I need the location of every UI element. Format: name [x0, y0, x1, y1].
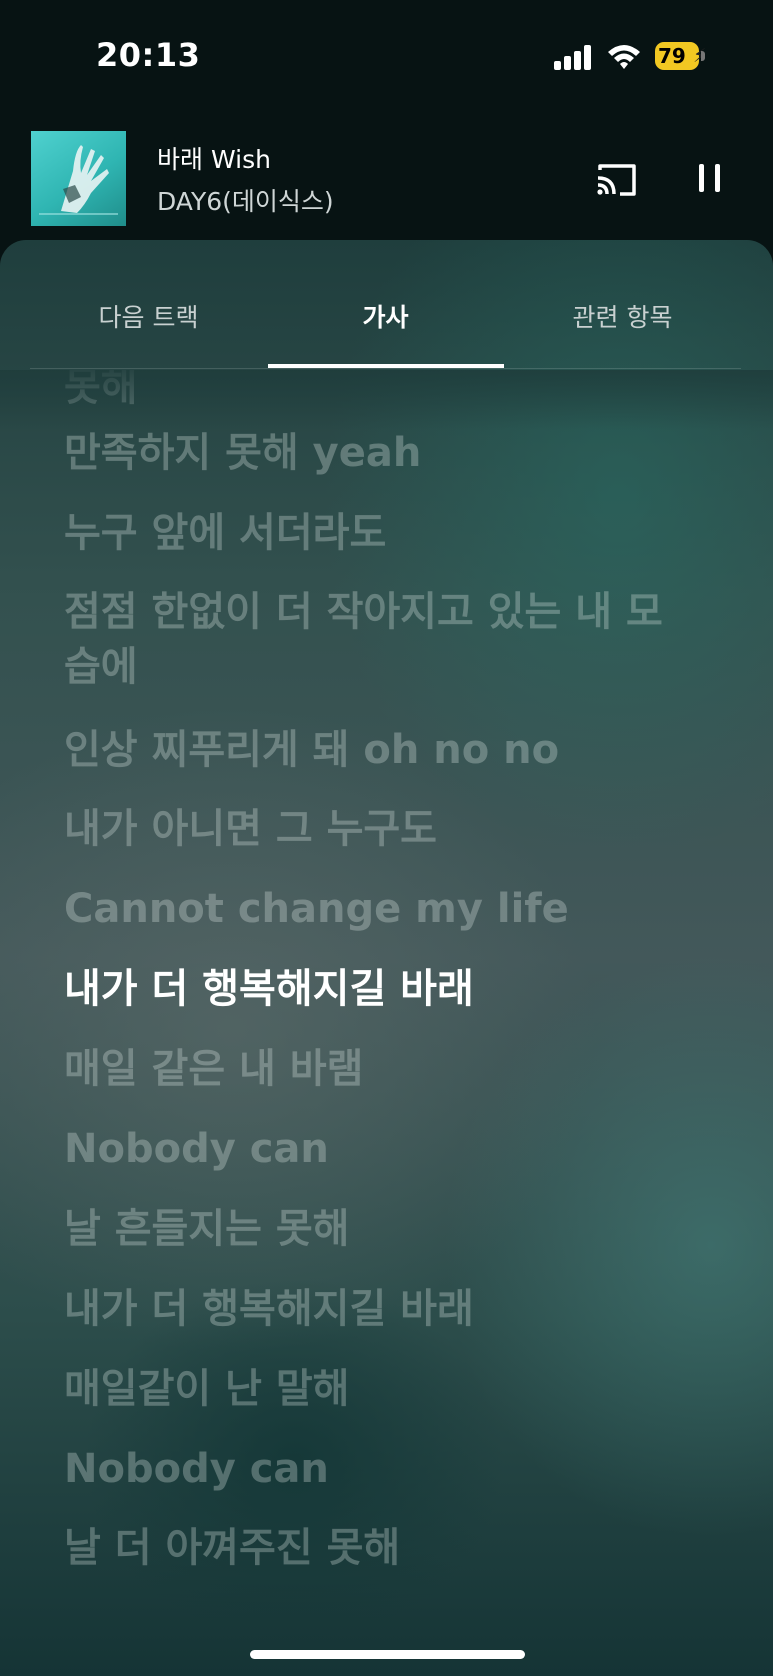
tab-bar: 다음 트랙 가사 관련 항목	[30, 282, 741, 369]
status-time: 20:13	[96, 36, 201, 74]
lyric-line[interactable]: 습에	[64, 640, 714, 694]
lyric-line[interactable]: 내가 아니면 그 누구도	[64, 802, 714, 856]
lyric-line[interactable]: 점점 한없이 더 작아지고 있는 내 모	[64, 585, 714, 639]
pause-icon[interactable]	[695, 162, 725, 196]
battery-icon: 79 ⚡	[655, 42, 707, 72]
lyric-line[interactable]: Nobody can	[64, 1122, 714, 1176]
tab-related[interactable]: 관련 항목	[504, 282, 741, 368]
cast-icon[interactable]	[594, 162, 638, 198]
track-title: 바래 Wish	[157, 145, 271, 174]
now-playing-bar[interactable]: 바래 Wish DAY6(데이식스)	[0, 110, 773, 240]
lyric-line[interactable]: 인상 찌푸리게 돼 oh no no	[64, 723, 714, 777]
lyric-line[interactable]: 내가 더 행복해지길 바래	[64, 1282, 714, 1336]
lyrics-fade	[0, 370, 773, 430]
active-tab-indicator	[268, 364, 504, 368]
album-art-image	[39, 145, 118, 215]
lyric-line[interactable]: 날 더 아껴주진 못해	[64, 1521, 714, 1575]
lyric-line-current[interactable]: 내가 더 행복해지길 바래	[64, 962, 714, 1016]
lyric-line[interactable]: 매일 같은 내 바램	[64, 1042, 714, 1096]
lyrics-list[interactable]: 못해 만족하지 못해 yeah 누구 앞에 서더라도 점점 한없이 더 작아지고…	[0, 370, 773, 1676]
lyric-line[interactable]: 누구 앞에 서더라도	[64, 506, 714, 560]
lyrics-sheet: 다음 트랙 가사 관련 항목 못해 만족하지 못해 yeah 누구 앞에 서더라…	[0, 240, 773, 1676]
lyric-line[interactable]: 만족하지 못해 yeah	[64, 426, 714, 480]
track-artist: DAY6(데이식스)	[157, 187, 334, 216]
lyric-line[interactable]: 매일같이 난 말해	[64, 1362, 714, 1416]
wifi-icon	[608, 45, 640, 69]
status-bar: 20:13 79 ⚡	[0, 0, 773, 110]
cellular-signal-icon	[554, 44, 594, 70]
lyric-line[interactable]: 날 흔들지는 못해	[64, 1202, 714, 1256]
album-art[interactable]	[31, 131, 126, 226]
lyric-line[interactable]: Nobody can	[64, 1442, 714, 1496]
home-indicator[interactable]	[250, 1650, 525, 1659]
lyric-line[interactable]: Cannot change my life	[64, 882, 714, 936]
tab-up-next[interactable]: 다음 트랙	[30, 282, 267, 368]
tab-lyrics[interactable]: 가사	[267, 282, 504, 368]
